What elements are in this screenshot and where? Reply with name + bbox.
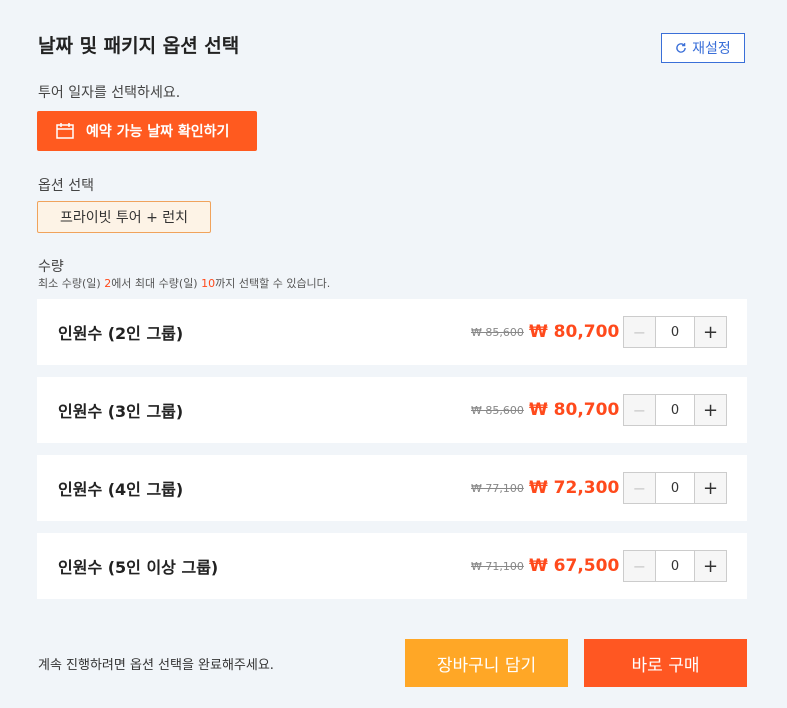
quantity-stepper: − 0 + (623, 394, 727, 426)
decrement-button[interactable]: − (624, 395, 656, 425)
original-price: ₩ 77,100 (471, 481, 524, 495)
check-dates-label: 예약 가능 날짜 확인하기 (86, 124, 230, 140)
increment-button[interactable]: + (694, 395, 726, 425)
decrement-button[interactable]: − (624, 551, 656, 581)
note-suffix: 까지 선택할 수 있습니다. (215, 277, 331, 290)
increment-button[interactable]: + (694, 473, 726, 503)
ticket-name: 인원수 (4인 그룹) (58, 480, 184, 499)
quantity-value[interactable]: 0 (656, 317, 694, 347)
date-label: 투어 일자를 선택하세요. (38, 85, 181, 101)
quantity-stepper: − 0 + (623, 316, 727, 348)
reset-label: 재설정 (692, 41, 731, 57)
ticket-row: 인원수 (4인 그룹) ₩ 77,100 ₩ 72,300 − 0 + (37, 455, 747, 521)
add-to-cart-button[interactable]: 장바구니 담기 (405, 639, 568, 687)
buy-now-button[interactable]: 바로 구매 (584, 639, 747, 687)
note-mid: 에서 최대 수량(일) (111, 277, 202, 290)
sale-price: ₩ 72,300 (529, 478, 620, 498)
refresh-icon (676, 43, 686, 53)
option-label: 옵션 선택 (38, 178, 94, 194)
increment-button[interactable]: + (694, 317, 726, 347)
reset-button[interactable]: 재설정 (661, 33, 745, 63)
check-dates-button[interactable]: 예약 가능 날짜 확인하기 (37, 111, 257, 151)
decrement-button[interactable]: − (624, 317, 656, 347)
sale-price: ₩ 67,500 (529, 556, 620, 576)
ticket-row: 인원수 (2인 그룹) ₩ 85,600 ₩ 80,700 − 0 + (37, 299, 747, 365)
option-chip-selected[interactable]: 프라이빗 투어 + 런치 (37, 201, 211, 233)
quantity-value[interactable]: 0 (656, 473, 694, 503)
ticket-row: 인원수 (5인 이상 그룹) ₩ 71,100 ₩ 67,500 − 0 + (37, 533, 747, 599)
original-price: ₩ 71,100 (471, 559, 524, 573)
page-title: 날짜 및 패키지 옵션 선택 (38, 35, 240, 57)
note-prefix: 최소 수량(일) (38, 277, 105, 290)
ticket-name: 인원수 (3인 그룹) (58, 402, 184, 421)
ticket-name: 인원수 (2인 그룹) (58, 324, 184, 343)
quantity-stepper: − 0 + (623, 472, 727, 504)
decrement-button[interactable]: − (624, 473, 656, 503)
sale-price: ₩ 80,700 (529, 400, 620, 420)
ticket-row: 인원수 (3인 그룹) ₩ 85,600 ₩ 80,700 − 0 + (37, 377, 747, 443)
quantity-value[interactable]: 0 (656, 551, 694, 581)
quantity-label: 수량 (38, 259, 64, 275)
calendar-icon (56, 123, 74, 139)
ticket-name: 인원수 (5인 이상 그룹) (58, 558, 219, 577)
sale-price: ₩ 80,700 (529, 322, 620, 342)
increment-button[interactable]: + (694, 551, 726, 581)
quantity-stepper: − 0 + (623, 550, 727, 582)
quantity-note: 최소 수량(일) 2에서 최대 수량(일) 10까지 선택할 수 있습니다. (38, 275, 330, 291)
footer-message: 계속 진행하려면 옵션 선택을 완료해주세요. (38, 658, 274, 673)
max-qty: 10 (201, 277, 216, 290)
original-price: ₩ 85,600 (471, 403, 524, 417)
quantity-value[interactable]: 0 (656, 395, 694, 425)
original-price: ₩ 85,600 (471, 325, 524, 339)
